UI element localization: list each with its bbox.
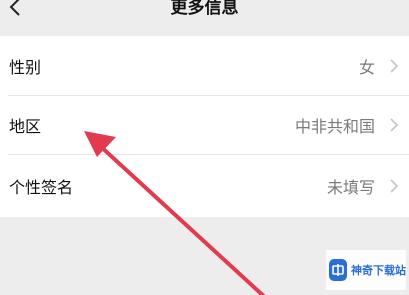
row-value: 中非共和国 <box>294 116 375 136</box>
row-value: 女 <box>358 57 375 77</box>
chevron-right-icon <box>390 59 399 73</box>
watermark-text: 神奇下载站 <box>351 264 406 277</box>
site-logo-icon <box>329 259 347 281</box>
row-value: 未填写 <box>326 177 375 197</box>
row-signature[interactable]: 个性签名 未填写 <box>0 154 409 217</box>
row-label: 性别 <box>9 57 42 77</box>
chevron-right-icon <box>390 118 399 132</box>
nav-bar: 更多信息 <box>0 0 409 36</box>
row-label: 地区 <box>9 116 42 136</box>
page-title: 更多信息 <box>170 0 239 18</box>
chevron-right-icon <box>390 179 399 193</box>
row-region[interactable]: 地区 中非共和国 <box>0 95 409 154</box>
row-label: 个性签名 <box>9 177 74 197</box>
watermark: 神奇下载站 <box>326 250 406 290</box>
row-gender[interactable]: 性别 女 <box>0 36 409 95</box>
info-list: 性别 女 地区 中非共和国 个性签名 未填写 <box>0 36 409 217</box>
